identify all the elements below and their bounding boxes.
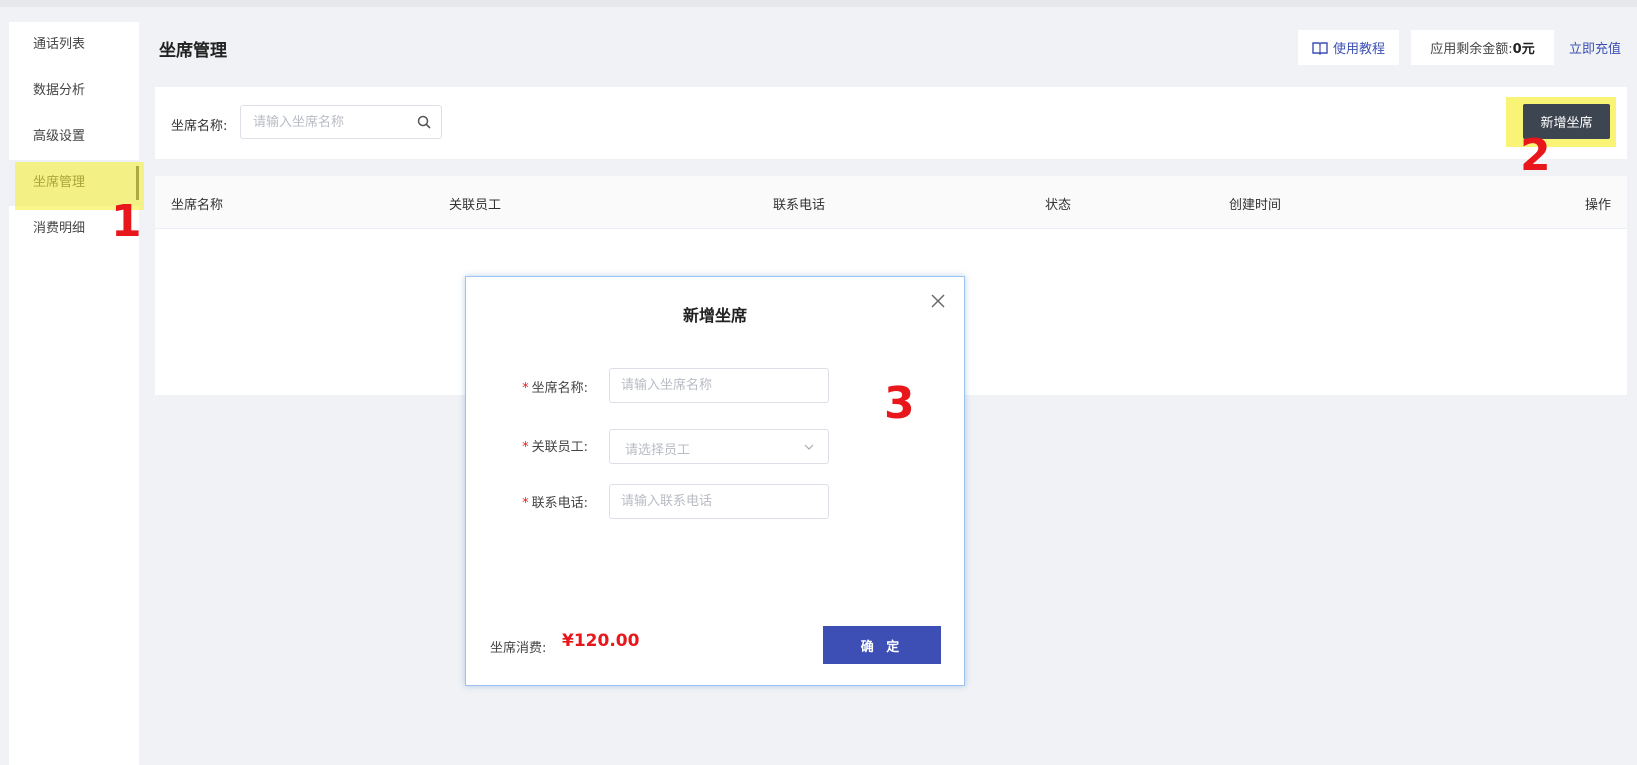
required-marker: * (522, 496, 529, 511)
linked-employee-field-label: * 关联员工: (522, 436, 588, 455)
balance-value: 0元 (1512, 42, 1535, 57)
top-bar (0, 0, 1637, 7)
seat-fee-value: ¥120.00 (562, 631, 640, 651)
sidebar: 通话列表 数据分析 高级设置 坐席管理 消费明细 (9, 22, 139, 765)
confirm-button[interactable]: 确 定 (823, 626, 941, 664)
balance-box: 应用剩余金额: 0元 (1411, 30, 1554, 65)
seat-name-filter-label: 坐席名称: (171, 119, 228, 134)
table-header: 坐席名称 关联员工 联系电话 状态 创建时间 操作 (155, 176, 1627, 229)
sidebar-item-consumption-details[interactable]: 消费明细 (9, 206, 139, 252)
seat-name-search-box (240, 105, 442, 139)
sidebar-item-advanced-settings[interactable]: 高级设置 (9, 114, 139, 160)
page-title: 坐席管理 (159, 41, 227, 61)
column-header-phone: 联系电话 (773, 198, 826, 213)
chevron-down-icon (804, 444, 814, 450)
employee-select-placeholder: 请选择员工 (625, 443, 691, 458)
tutorial-label: 使用教程 (1332, 42, 1385, 57)
seat-name-input[interactable] (609, 368, 829, 403)
dialog-title: 新增坐席 (682, 306, 747, 325)
seat-name-field-label: * 坐席名称: (522, 377, 588, 396)
column-header-created-time: 创建时间 (1229, 198, 1282, 213)
seat-fee-label: 坐席消费: (490, 641, 547, 656)
phone-input[interactable] (609, 484, 829, 519)
add-seat-button[interactable]: 新增坐席 (1523, 104, 1610, 139)
required-marker: * (522, 440, 529, 455)
column-header-linked-employee: 关联员工 (449, 198, 502, 213)
sidebar-item-seat-management[interactable]: 坐席管理 (9, 160, 139, 206)
column-header-seat-name: 坐席名称 (171, 198, 224, 213)
sidebar-item-call-list[interactable]: 通话列表 (9, 22, 139, 68)
tutorial-button[interactable]: 使用教程 (1298, 30, 1399, 65)
linked-employee-label-text: 关联员工: (531, 440, 588, 455)
filter-bar: 坐席名称: (155, 87, 1627, 159)
seat-name-search-input[interactable] (241, 106, 435, 138)
seat-name-label-text: 坐席名称: (531, 381, 588, 396)
sidebar-item-data-analysis[interactable]: 数据分析 (9, 68, 139, 114)
search-icon[interactable] (417, 115, 431, 129)
column-header-actions: 操作 (1584, 198, 1611, 213)
required-marker: * (522, 381, 529, 396)
phone-label-text: 联系电话: (531, 496, 588, 511)
phone-field-label: * 联系电话: (522, 492, 588, 511)
recharge-link[interactable]: 立即充值 (1569, 38, 1621, 57)
column-header-status: 状态 (1045, 198, 1072, 213)
employee-select[interactable]: 请选择员工 (609, 429, 829, 464)
add-seat-dialog: 新增坐席 *坐席名称: *关联员工: 请选择员工 *联系电话: 3 坐席消费: … (465, 276, 965, 686)
book-icon (1312, 41, 1328, 55)
annotation-step-3: 3 (884, 378, 915, 429)
close-icon[interactable] (930, 293, 946, 309)
balance-label: 应用剩余金额: (1430, 42, 1513, 57)
